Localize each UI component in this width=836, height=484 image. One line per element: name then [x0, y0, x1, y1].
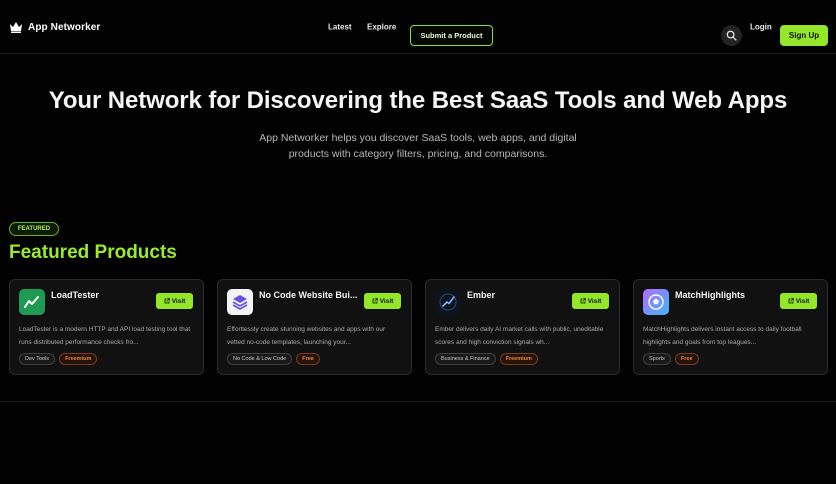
brand-logo[interactable]: App Networker	[9, 21, 100, 33]
visit-button[interactable]: Visit	[364, 293, 401, 309]
visit-button[interactable]: Visit	[156, 293, 193, 309]
product-tags: Sports Free	[643, 353, 699, 365]
product-card-matchhighlights[interactable]: MatchHighlights Visit MatchHighlights de…	[633, 279, 828, 375]
product-logo	[19, 289, 45, 315]
pricing-tag: Free	[674, 353, 699, 365]
product-card-no-code-website-builder[interactable]: No Code Website Bui... Visit Effortlessl…	[217, 279, 412, 375]
product-card-loadtester[interactable]: LoadTester Visit LoadTester is a modern …	[9, 279, 204, 375]
ember-signal-icon	[435, 289, 461, 315]
search-button[interactable]	[721, 25, 742, 46]
external-link-icon	[580, 298, 586, 304]
product-name[interactable]: LoadTester	[51, 290, 151, 300]
brand-name: App Networker	[28, 21, 101, 33]
product-tags: Business & Finance Freemium	[435, 353, 538, 365]
nav-latest-link[interactable]: Latest	[328, 23, 352, 32]
product-logo	[227, 289, 253, 315]
external-link-icon	[372, 298, 378, 304]
product-name[interactable]: MatchHighlights	[675, 290, 775, 300]
visit-button[interactable]: Visit	[572, 293, 609, 309]
hero-title: Your Network for Discovering the Best Sa…	[48, 87, 788, 114]
product-tags: No Code & Low Code Free	[227, 353, 320, 365]
top-navbar: App Networker Latest Explore Submit a Pr…	[0, 0, 836, 54]
pricing-tag: Freemium	[499, 353, 538, 365]
pricing-tag: Free	[296, 353, 320, 365]
crown-icon	[10, 22, 22, 33]
login-link[interactable]: Login	[750, 23, 772, 32]
pricing-tag: Freemium	[59, 353, 98, 365]
category-tag[interactable]: Dev Tools	[19, 353, 56, 365]
product-description: MatchHighlights delivers instant access …	[643, 326, 802, 346]
featured-badge: FEATURED	[9, 222, 59, 236]
category-tag[interactable]: No Code & Low Code	[227, 353, 293, 365]
search-icon	[726, 30, 737, 41]
section-divider	[0, 401, 836, 402]
submit-product-button[interactable]: Submit a Product	[410, 25, 493, 46]
visit-label: Visit	[587, 297, 602, 305]
product-tags: Dev Tools Freemium	[19, 353, 98, 365]
product-name[interactable]: Ember	[467, 290, 567, 300]
visit-label: Visit	[795, 297, 810, 305]
visit-label: Visit	[171, 297, 186, 305]
hero-subtitle: App Networker helps you discover SaaS to…	[259, 132, 577, 160]
nav-explore-link[interactable]: Explore	[367, 23, 396, 32]
football-icon	[643, 289, 669, 315]
product-logo	[643, 289, 669, 315]
product-description: Effortlessly create stunning websites an…	[227, 326, 386, 346]
visit-button[interactable]: Visit	[780, 293, 817, 309]
product-logo	[435, 289, 461, 315]
product-name[interactable]: No Code Website Bui...	[259, 290, 359, 300]
external-link-icon	[164, 298, 170, 304]
stacked-layers-icon	[227, 289, 253, 315]
section-title: Featured Products	[9, 242, 177, 263]
load-chart-icon	[19, 289, 45, 315]
category-tag[interactable]: Sports	[643, 353, 671, 365]
external-link-icon	[788, 298, 794, 304]
category-tag[interactable]: Business & Finance	[435, 353, 496, 365]
product-card-ember[interactable]: Ember Visit Ember delivers daily AI mark…	[425, 279, 620, 375]
product-description: LoadTester is a modern HTTP and API load…	[19, 326, 191, 346]
signup-button[interactable]: Sign Up	[780, 25, 828, 46]
product-description: Ember delivers daily AI market calls wit…	[435, 326, 604, 346]
visit-label: Visit	[379, 297, 394, 305]
